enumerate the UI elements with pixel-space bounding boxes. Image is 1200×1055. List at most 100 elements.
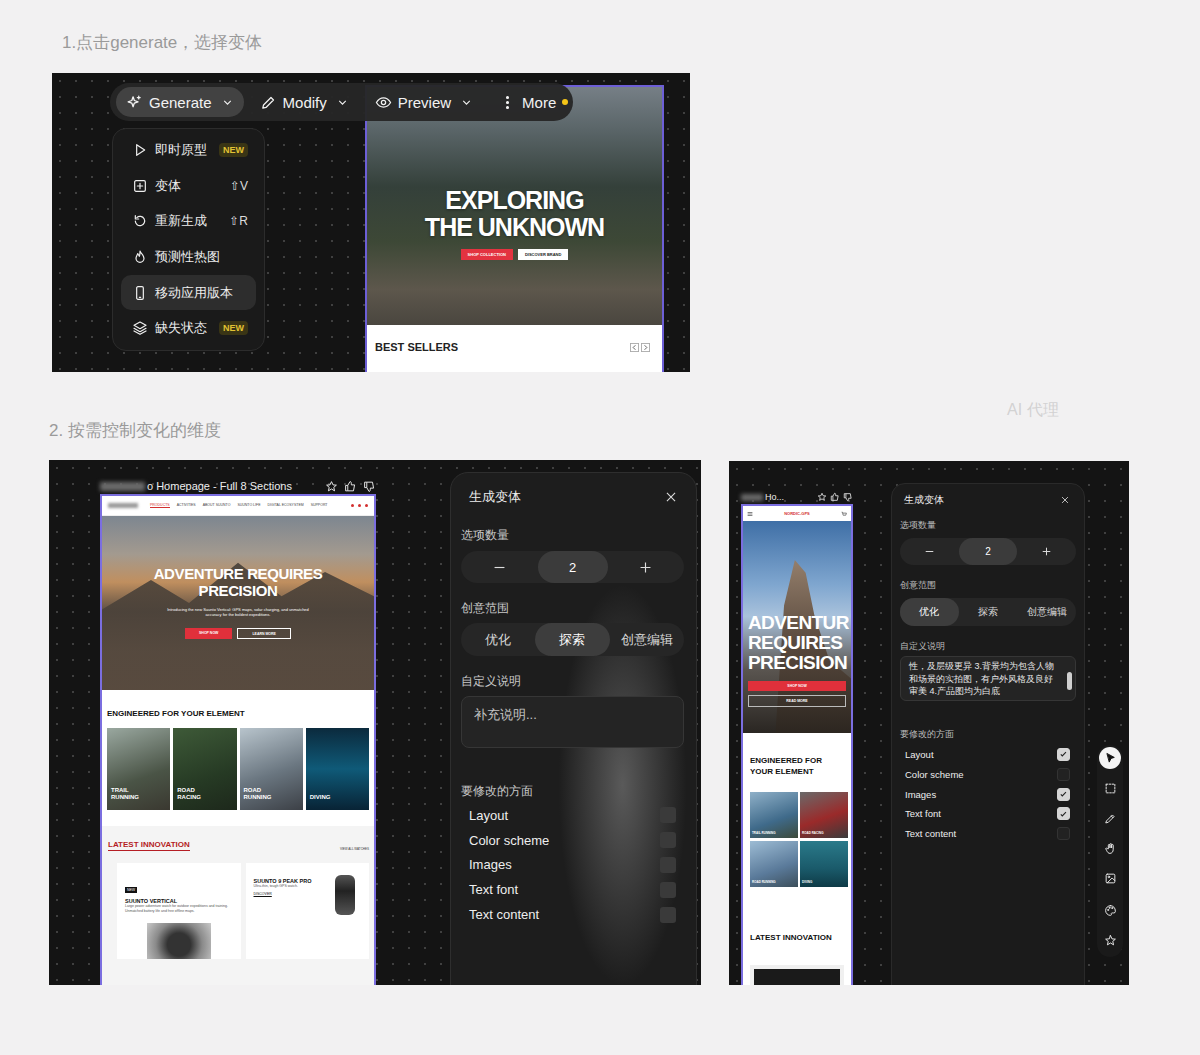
tool-button[interactable] [1099, 867, 1121, 889]
decrement-button[interactable] [900, 545, 959, 558]
aspect-row[interactable]: Layout [461, 803, 684, 828]
website-frame[interactable]: EXPLORINGTHE UNKNOWNSHOP COLLECTIONDISCO… [365, 85, 664, 372]
checkbox[interactable] [1057, 827, 1070, 840]
tool-button[interactable] [1099, 929, 1121, 951]
star-icon[interactable] [325, 480, 338, 493]
nav-link[interactable]: PRODUCTS [150, 503, 170, 508]
thumbs-up-icon[interactable] [344, 480, 357, 493]
notes-field[interactable]: 补充说明... [461, 696, 684, 748]
hero-button[interactable]: READ MORE [748, 695, 846, 707]
scope-option[interactable]: 创意编辑 [1017, 598, 1076, 626]
nav-link[interactable]: ABOUT SUUNTO [203, 503, 231, 508]
aspect-row[interactable]: Color scheme [461, 828, 684, 853]
menu-item[interactable]: 移动应用版本 [121, 275, 256, 311]
activity-tile[interactable]: ROAD RACING [800, 792, 848, 838]
hero-button[interactable]: DISCOVER BRAND [518, 249, 568, 260]
checkbox[interactable] [660, 882, 676, 898]
scope-option[interactable]: 探索 [959, 598, 1018, 626]
hamburger-icon[interactable] [747, 511, 753, 517]
close-icon[interactable] [664, 490, 678, 504]
count-value[interactable]: 2 [538, 551, 608, 583]
cart-icon[interactable] [841, 511, 847, 517]
checkbox[interactable] [1057, 788, 1070, 801]
discover-link[interactable]: DISCOVER [254, 892, 314, 896]
hero-button[interactable]: SHOP COLLECTION [461, 249, 513, 260]
scope-option[interactable]: 优化 [900, 598, 959, 626]
tool-button[interactable] [1099, 837, 1121, 859]
menu-item[interactable]: 缺失状态NEW [121, 310, 256, 346]
notes-field[interactable]: 性，及层级更异 3.背景均为包含人物和场景的实拍图，有户外风格及良好审美 4.产… [900, 656, 1076, 701]
activity-card[interactable]: DIVING [306, 728, 369, 810]
chevron-left-icon[interactable] [630, 343, 639, 352]
menu-item[interactable]: 变体⇧V [121, 168, 256, 204]
increment-button[interactable] [1017, 545, 1076, 558]
aspect-row[interactable]: Color scheme [900, 765, 1076, 785]
aspect-row[interactable]: Text font [900, 804, 1076, 824]
nav-link[interactable]: DIGITAL ECOSYSTEM [267, 503, 303, 508]
scroll-thumb[interactable] [1067, 672, 1072, 690]
aspect-row[interactable]: Images [900, 784, 1076, 804]
design-canvas[interactable]: EXPLORINGTHE UNKNOWNSHOP COLLECTIONDISCO… [52, 73, 690, 372]
activity-tile[interactable]: ROAD RUNNING [750, 841, 798, 887]
star-icon[interactable] [817, 492, 827, 502]
scope-option[interactable]: 优化 [461, 623, 535, 656]
website-frame[interactable]: o Homepage - Full 8 SectionsPRODUCTSACTI… [100, 478, 376, 985]
nav-link[interactable]: ACTIVITIES [177, 503, 196, 508]
chevron-right-icon[interactable] [641, 343, 650, 352]
count-value[interactable]: 2 [959, 538, 1017, 565]
view-all-link[interactable]: VIEW ALL WATCHES [340, 847, 369, 851]
menu-item[interactable]: 预测性热图 [121, 239, 256, 275]
checkbox[interactable] [1057, 748, 1070, 761]
hero-buttons: SHOP NOW READ MORE [743, 681, 851, 707]
user-icon[interactable] [358, 504, 361, 507]
scope-option[interactable]: 探索 [535, 623, 609, 656]
toolbar-button[interactable]: Modify [250, 87, 359, 117]
aspect-row[interactable]: Text content [461, 902, 684, 927]
checkbox[interactable] [1057, 768, 1070, 781]
checkbox[interactable] [660, 807, 676, 823]
scope-option[interactable]: 创意编辑 [610, 623, 684, 656]
tool-button[interactable] [1099, 899, 1121, 921]
tool-button[interactable] [1099, 777, 1121, 799]
aspect-row[interactable]: Layout [900, 745, 1076, 765]
activity-card[interactable]: ROAD RACING [173, 728, 236, 810]
aspect-row[interactable]: Images [461, 853, 684, 878]
activity-card[interactable]: ROAD RUNNING [240, 728, 303, 810]
mobile-frame[interactable]: Ho...NORDIC-GPSADVENTURREQUIRESPRECISION… [741, 490, 853, 985]
checkbox[interactable] [660, 857, 676, 873]
toolbar-button[interactable]: Generate [116, 87, 244, 117]
hero-button[interactable]: SHOP NOW [748, 681, 846, 691]
thumbs-down-icon[interactable] [843, 492, 853, 502]
hero-button[interactable]: LEARN MORE [237, 628, 291, 639]
product-card[interactable]: NEWSUUNTO VERTICALLarge power adventure … [117, 863, 241, 959]
checkbox[interactable] [1057, 807, 1070, 820]
close-icon[interactable] [1060, 495, 1070, 505]
increment-button[interactable] [608, 559, 685, 576]
toolbar-button[interactable]: More [489, 87, 578, 117]
design-canvas[interactable]: o Homepage - Full 8 SectionsPRODUCTSACTI… [49, 460, 701, 985]
checkbox[interactable] [660, 832, 676, 848]
nav-link[interactable]: SUPPORT [311, 503, 328, 508]
product-card[interactable]: SUUNTO 9 PEAK PROUltra-thin, tough GPS w… [246, 863, 370, 959]
menu-item[interactable]: 即时原型NEW [121, 132, 256, 168]
decrement-button[interactable] [461, 559, 538, 576]
site-logo[interactable]: NORDIC-GPS [784, 511, 810, 516]
aspect-row[interactable]: Text content [900, 824, 1076, 844]
activity-card[interactable]: TRAIL RUNNING [107, 728, 170, 810]
cart-icon[interactable] [365, 504, 368, 507]
nav-link[interactable]: SUUNTO LIFE [237, 503, 260, 508]
hero-button[interactable]: SHOP NOW [185, 628, 232, 639]
thumbs-up-icon[interactable] [830, 492, 840, 502]
activity-tile[interactable]: DIVING [800, 841, 848, 887]
scrollbar[interactable] [1067, 660, 1072, 697]
tool-button[interactable] [1099, 807, 1121, 829]
activity-tile[interactable]: TRAIL RUNNING [750, 792, 798, 838]
aspect-row[interactable]: Text font [461, 877, 684, 902]
tool-button[interactable] [1099, 747, 1121, 769]
search-icon[interactable] [351, 504, 354, 507]
checkbox[interactable] [660, 907, 676, 923]
toolbar-button[interactable]: Preview [365, 87, 483, 117]
thumbs-down-icon[interactable] [363, 480, 376, 493]
menu-item[interactable]: 重新生成⇧R [121, 203, 256, 239]
design-canvas[interactable]: Ho...NORDIC-GPSADVENTURREQUIRESPRECISION… [729, 461, 1129, 985]
